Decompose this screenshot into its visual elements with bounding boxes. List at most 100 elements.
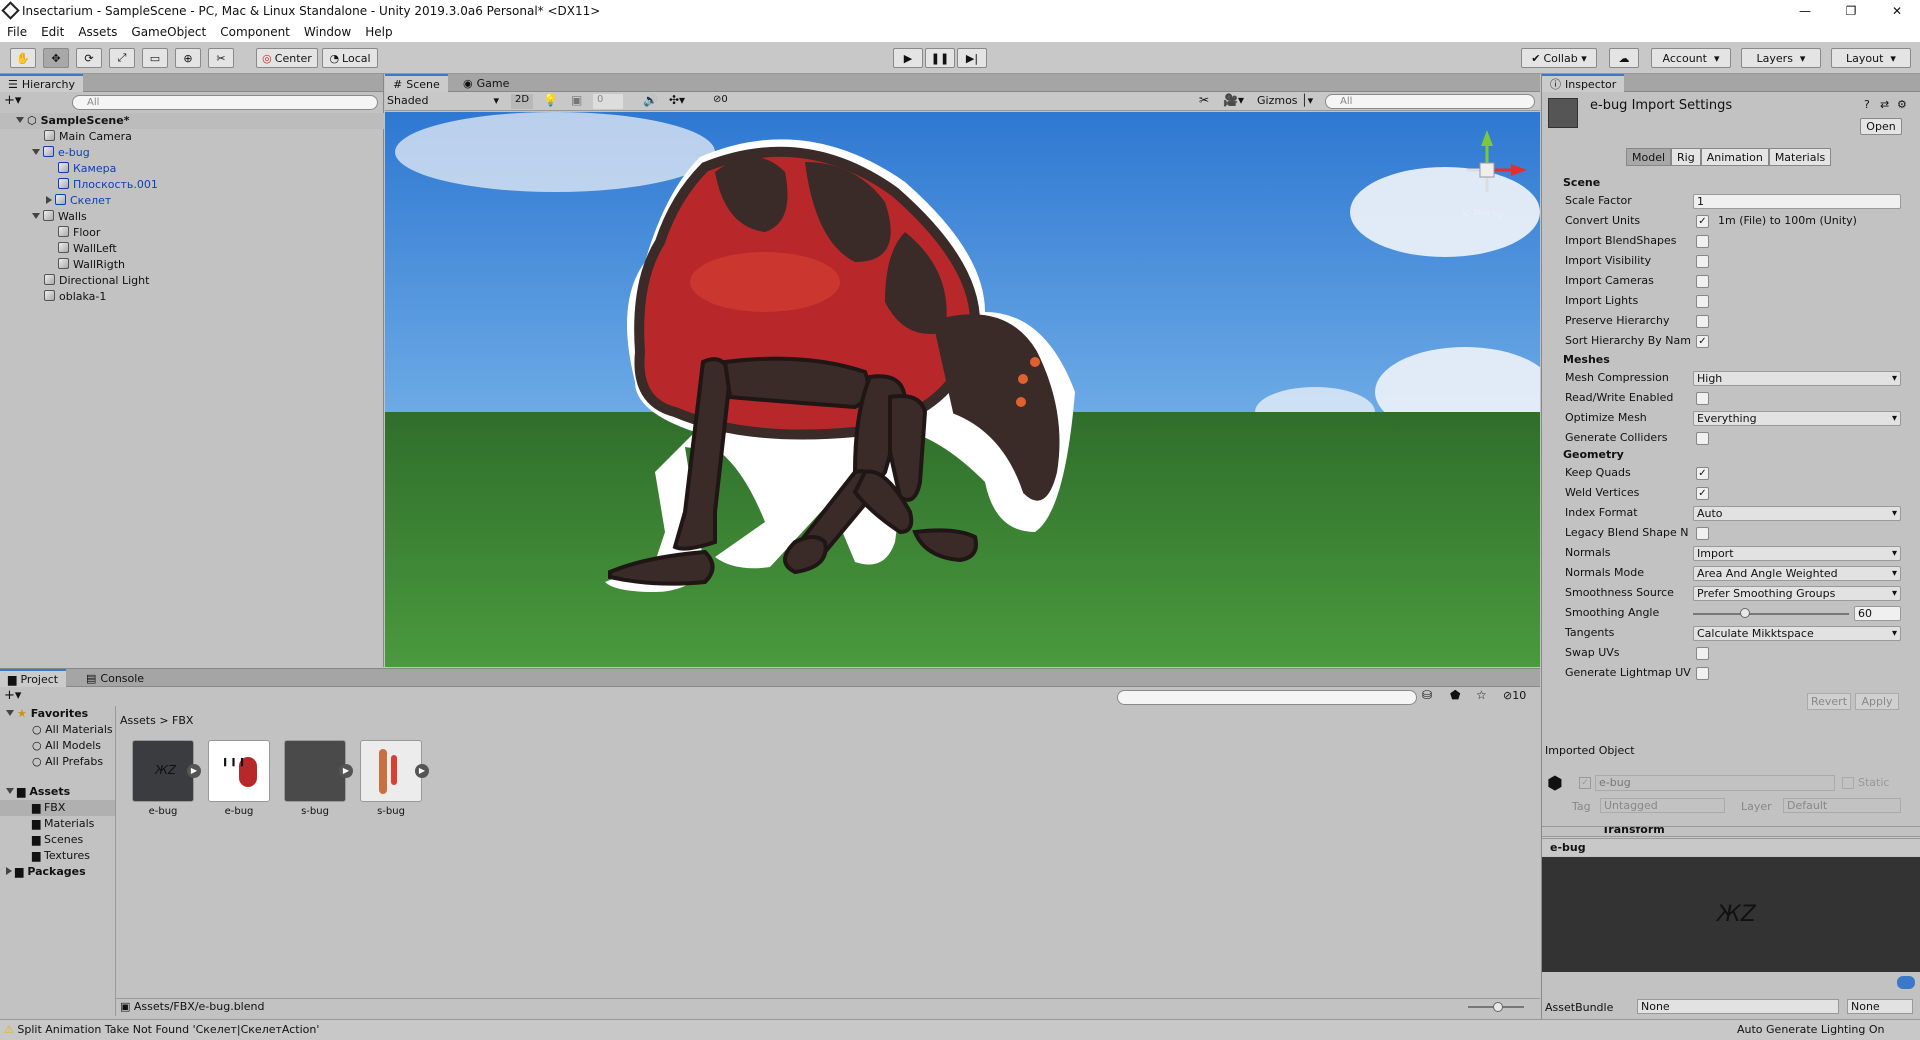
list-item[interactable]: ▆ Scenes xyxy=(0,832,115,848)
play-button[interactable]: ▶ xyxy=(893,48,923,68)
apply-button[interactable]: Apply xyxy=(1855,693,1899,710)
optimize-mesh-dropdown[interactable]: Everything xyxy=(1693,411,1901,426)
menu-help[interactable]: Help xyxy=(365,25,392,39)
list-item[interactable]: ▆ Textures xyxy=(0,848,115,864)
read-write-checkbox[interactable] xyxy=(1696,392,1709,405)
minimize-button[interactable]: — xyxy=(1782,0,1828,22)
hidden-packages-toggle[interactable]: ⊘10 xyxy=(1503,689,1526,702)
tab-inspector[interactable]: ⓘ Inspector xyxy=(1542,74,1625,92)
effects-dropdown-icon[interactable]: ✣▾ xyxy=(669,93,685,107)
pivot-center-button[interactable]: ◎ Center xyxy=(256,48,318,68)
tab-model[interactable]: Model xyxy=(1626,148,1672,166)
tag-dropdown[interactable]: Untagged xyxy=(1600,798,1725,813)
import-lights-checkbox[interactable] xyxy=(1696,295,1709,308)
smoothing-angle-thumb[interactable] xyxy=(1740,608,1750,618)
index-format-dropdown[interactable]: Auto xyxy=(1693,506,1901,521)
keep-quads-checkbox[interactable]: ✓ xyxy=(1696,467,1709,480)
scene-viewport[interactable] xyxy=(385,112,1540,667)
pause-button[interactable]: ❚❚ xyxy=(925,48,955,68)
menu-component[interactable]: Component xyxy=(220,25,290,39)
tangents-dropdown[interactable]: Calculate Mikktspace xyxy=(1693,626,1901,641)
expand-icon[interactable] xyxy=(32,149,40,155)
list-item[interactable]: Камера xyxy=(0,161,384,177)
list-item[interactable]: e-bug xyxy=(0,145,384,161)
asset-thumbnail[interactable] xyxy=(284,740,346,802)
effects-count[interactable]: 0 xyxy=(593,94,623,109)
close-button[interactable]: ✕ xyxy=(1874,0,1920,22)
assetbundle-variant-dropdown[interactable]: None xyxy=(1847,999,1913,1014)
assetbundle-icon[interactable] xyxy=(1897,976,1915,989)
layers-dropdown[interactable]: Layers ▾ xyxy=(1741,48,1821,68)
list-item[interactable]: Main Camera xyxy=(0,129,384,145)
move-tool-button[interactable]: ✥ xyxy=(43,48,69,68)
list-item[interactable]: Walls xyxy=(0,209,384,225)
expand-icon[interactable] xyxy=(32,213,40,219)
asset-thumbnail[interactable]: ЖZ xyxy=(132,740,194,802)
custom-tool-button[interactable]: ✂ xyxy=(208,48,234,68)
tab-animation[interactable]: Animation xyxy=(1700,148,1769,166)
object-name-field[interactable]: e-bug xyxy=(1595,775,1835,791)
hidden-objects-toggle[interactable]: ⊘0 xyxy=(713,94,728,105)
status-message[interactable]: Split Animation Take Not Found 'Скелет|С… xyxy=(17,1023,319,1036)
expand-asset-icon[interactable]: ▶ xyxy=(415,764,429,778)
generate-lightmap-checkbox[interactable] xyxy=(1696,667,1709,680)
transform-header[interactable]: Transform xyxy=(1542,826,1920,834)
import-blendshapes-checkbox[interactable] xyxy=(1696,235,1709,248)
import-cameras-checkbox[interactable] xyxy=(1696,275,1709,288)
preserve-hierarchy-checkbox[interactable] xyxy=(1696,315,1709,328)
tab-rig[interactable]: Rig xyxy=(1671,148,1701,166)
layer-dropdown[interactable]: Default xyxy=(1783,798,1901,813)
favorite-star-icon[interactable]: ☆ xyxy=(1476,688,1487,702)
thumbnail-size-thumb[interactable] xyxy=(1493,1002,1503,1012)
scene-search-input[interactable]: All xyxy=(1325,94,1535,109)
shading-mode-dropdown[interactable]: Shaded ▾ xyxy=(387,94,503,109)
model-preview[interactable]: ЖZ xyxy=(1542,857,1920,972)
revert-button[interactable]: Revert xyxy=(1807,693,1851,710)
fx-toggle-icon[interactable]: ▣ xyxy=(571,93,582,107)
swap-uvs-checkbox[interactable] xyxy=(1696,647,1709,660)
hierarchy-search-input[interactable]: All xyxy=(72,95,378,110)
pivot-local-button[interactable]: ◔ Local xyxy=(322,48,378,68)
rotate-tool-button[interactable]: ⟳ xyxy=(76,48,102,68)
expand-asset-icon[interactable]: ▶ xyxy=(339,764,353,778)
settings-gear-icon[interactable]: ⚙ xyxy=(1897,98,1907,111)
list-item[interactable]: ▆ Materials xyxy=(0,816,115,832)
menu-gameobject[interactable]: GameObject xyxy=(131,25,206,39)
menu-window[interactable]: Window xyxy=(304,25,351,39)
scale-tool-button[interactable]: ⤢ xyxy=(109,48,135,68)
list-item[interactable]: Floor xyxy=(0,225,384,241)
cloud-button[interactable]: ☁ xyxy=(1609,48,1639,68)
active-checkbox[interactable]: ✓ xyxy=(1579,777,1591,789)
mesh-compression-dropdown[interactable]: High xyxy=(1693,371,1901,386)
camera-settings-icon[interactable]: 🎥▾ xyxy=(1223,93,1244,107)
tab-materials[interactable]: Materials xyxy=(1768,148,1832,166)
layout-dropdown[interactable]: Layout ▾ xyxy=(1831,48,1911,68)
list-item[interactable]: ○ All Prefabs xyxy=(0,754,115,770)
list-item[interactable]: Directional Light xyxy=(0,273,384,289)
lighting-status[interactable]: Auto Generate Lighting On xyxy=(1737,1020,1885,1039)
transform-tool-button[interactable]: ⊕ xyxy=(175,48,201,68)
tab-hierarchy[interactable]: ☰ Hierarchy xyxy=(0,74,84,92)
step-button[interactable]: ▶| xyxy=(957,48,987,68)
help-icon[interactable]: ? xyxy=(1864,98,1870,111)
expand-icon[interactable] xyxy=(16,117,24,123)
filter-type-icon[interactable]: ⛁ xyxy=(1422,688,1432,702)
filter-label-icon[interactable]: ⬟ xyxy=(1450,688,1460,702)
packages-header[interactable]: ▆ Packages xyxy=(0,864,115,880)
create-button[interactable]: +▾ xyxy=(4,93,21,108)
list-item[interactable]: ▆ FBX xyxy=(0,800,115,816)
tab-scene[interactable]: # Scene xyxy=(385,74,448,92)
list-item[interactable]: WallLeft xyxy=(0,241,384,257)
open-button[interactable]: Open xyxy=(1860,118,1902,135)
smoothness-source-dropdown[interactable]: Prefer Smoothing Groups xyxy=(1693,586,1901,601)
gizmos-dropdown[interactable]: Gizmos │▾ xyxy=(1257,94,1313,107)
assets-header[interactable]: ▆ Assets xyxy=(0,784,115,800)
tab-game[interactable]: ◉ Game xyxy=(455,74,517,92)
audio-toggle-icon[interactable]: 🔊 xyxy=(643,93,658,107)
legacy-blend-checkbox[interactable] xyxy=(1696,527,1709,540)
list-item[interactable]: Скелет xyxy=(0,193,384,209)
favorites-header[interactable]: ★ Favorites xyxy=(0,706,115,722)
list-item[interactable]: ⬡ SampleScene* xyxy=(0,113,384,129)
normals-mode-dropdown[interactable]: Area And Angle Weighted xyxy=(1693,566,1901,581)
lighting-toggle-icon[interactable]: 💡 xyxy=(543,93,558,107)
